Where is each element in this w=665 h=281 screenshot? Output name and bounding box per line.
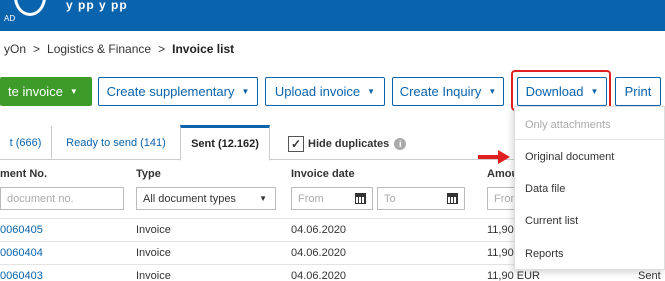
logo-icon[interactable] (14, 0, 46, 16)
chevron-down-icon: ▼ (367, 87, 376, 96)
download-button[interactable]: Download ▼ (517, 77, 607, 106)
create-invoice-button[interactable]: te invoice ▼ (0, 77, 92, 106)
print-button[interactable]: Print (615, 77, 661, 106)
calendar-icon[interactable] (447, 193, 458, 204)
breadcrumb-separator: > (158, 42, 166, 56)
menu-item-current-list[interactable]: Current list (515, 206, 665, 236)
print-label: Print (624, 84, 652, 99)
breadcrumb: yOn > Logistics & Finance > Invoice list (4, 42, 234, 56)
annotation-arrow-icon (498, 150, 510, 164)
hide-duplicates-toggle[interactable]: ✓ Hide duplicates i (288, 135, 407, 153)
date-to-input[interactable]: To (377, 187, 465, 210)
hide-duplicates-label: Hide duplicates (308, 138, 390, 150)
chevron-down-icon: ▼ (241, 87, 250, 96)
tab-all[interactable]: t (666) (0, 126, 52, 160)
chevron-down-icon: ▼ (488, 87, 497, 96)
breadcrumb-separator: > (33, 42, 41, 56)
menu-item-original-document[interactable]: Original document (515, 142, 665, 172)
invoice-status: Sent (638, 270, 661, 281)
amount-from-input[interactable]: From (487, 187, 517, 210)
chevron-down-icon: ▼ (69, 87, 78, 96)
chevron-down-icon: ▼ (259, 194, 267, 203)
calendar-icon[interactable] (355, 193, 366, 204)
document-type-value: All document types (143, 192, 236, 205)
create-inquiry-button[interactable]: Create Inquiry ▼ (392, 77, 504, 106)
document-number-placeholder: document no. (7, 192, 74, 205)
hide-duplicates-checkbox[interactable]: ✓ (288, 136, 304, 152)
create-invoice-label: te invoice (8, 84, 63, 99)
invoice-date: 04.06.2020 (291, 224, 347, 236)
invoice-number-link[interactable]: 0060405 (0, 224, 43, 236)
breadcrumb-logistics-finance[interactable]: Logistics & Finance (47, 42, 151, 56)
column-header-invoice-date[interactable]: Invoice date (291, 168, 355, 180)
invoice-amount: 11,90 EUR (487, 270, 540, 281)
create-supplementary-label: Create supplementary (106, 84, 235, 99)
document-type-select[interactable]: All document types ▼ (136, 187, 276, 210)
date-to-placeholder: To (384, 192, 396, 205)
tab-ready-to-send[interactable]: Ready to send (141) (52, 126, 180, 160)
invoice-amount: 11,90 (487, 224, 514, 236)
download-label: Download (525, 84, 584, 99)
menu-item-only-attachments: Only attachments (525, 119, 611, 131)
date-from-placeholder: From (298, 192, 324, 205)
logo-text: AD (4, 14, 16, 23)
create-supplementary-button[interactable]: Create supplementary ▼ (98, 77, 258, 106)
invoice-type: Invoice (136, 270, 171, 281)
info-icon[interactable]: i (394, 138, 407, 150)
download-dropdown-menu: Only attachments Original document Data … (514, 106, 665, 270)
menu-divider (515, 139, 665, 140)
breadcrumb-root[interactable]: yOn (4, 42, 26, 56)
top-menu-text: y pp y pp (66, 0, 128, 12)
annotation-arrow-line (478, 155, 500, 159)
date-from-input[interactable]: From (291, 187, 373, 210)
tab-sent[interactable]: Sent (12.162) (180, 125, 270, 161)
invoice-amount: 11,90 (487, 247, 514, 259)
create-inquiry-label: Create Inquiry (399, 84, 482, 99)
menu-item-data-file[interactable]: Data file (515, 174, 665, 204)
column-header-document-no[interactable]: ment No. (0, 168, 47, 180)
breadcrumb-current: Invoice list (172, 42, 235, 56)
invoice-number-link[interactable]: 0060403 (0, 270, 43, 281)
top-bar: AD y pp y pp (0, 0, 665, 31)
invoice-type: Invoice (136, 224, 171, 236)
invoice-date: 04.06.2020 (291, 247, 347, 259)
upload-invoice-label: Upload invoice (274, 84, 361, 99)
checkmark-icon: ✓ (290, 137, 302, 151)
chevron-down-icon: ▼ (590, 87, 599, 96)
column-header-type[interactable]: Type (136, 168, 161, 180)
invoice-number-link[interactable]: 0060404 (0, 247, 43, 259)
upload-invoice-button[interactable]: Upload invoice ▼ (265, 77, 385, 106)
invoice-date: 04.06.2020 (291, 270, 347, 281)
document-number-filter[interactable]: document no. (0, 187, 124, 210)
invoice-type: Invoice (136, 247, 171, 259)
menu-item-reports[interactable]: Reports (515, 239, 665, 269)
